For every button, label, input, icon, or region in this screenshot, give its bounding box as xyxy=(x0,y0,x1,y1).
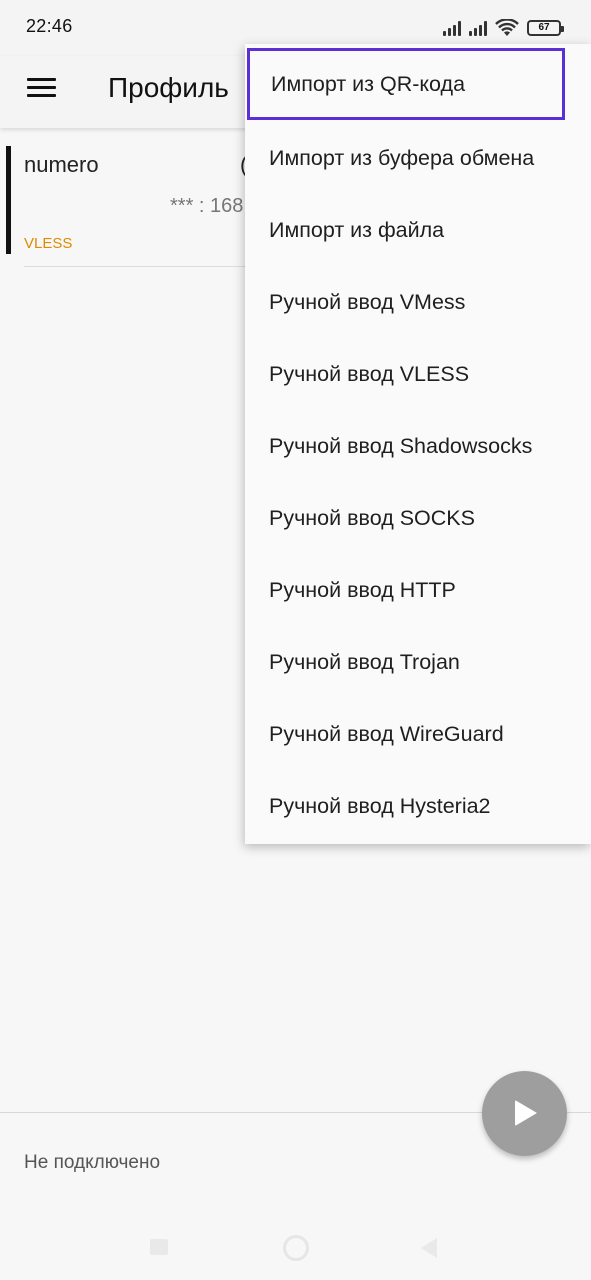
menu-item-manual-wireguard[interactable]: Ручной ввод WireGuard xyxy=(245,698,591,770)
battery-icon: 67 xyxy=(527,20,564,36)
wifi-icon xyxy=(495,19,519,36)
recents-nav-icon[interactable] xyxy=(150,1239,168,1255)
connect-fab-button[interactable] xyxy=(482,1071,567,1156)
menu-item-import-clipboard[interactable]: Импорт из буфера обмена xyxy=(245,122,591,194)
home-nav-icon[interactable] xyxy=(283,1235,309,1261)
connection-status: Не подключено xyxy=(24,1152,161,1173)
back-nav-icon[interactable] xyxy=(421,1238,437,1258)
status-time: 22:46 xyxy=(26,16,73,36)
cell-signal-icon xyxy=(443,20,461,36)
status-icons: 67 xyxy=(443,18,564,38)
import-dropdown-menu: Импорт из QR-кода Импорт из буфера обмен… xyxy=(245,44,591,844)
cell-signal-icon-2 xyxy=(469,20,487,36)
play-icon xyxy=(515,1100,537,1126)
profile-name: numero xyxy=(24,152,99,177)
menu-item-manual-hysteria2[interactable]: Ручной ввод Hysteria2 xyxy=(245,770,591,842)
menu-item-manual-socks[interactable]: Ручной ввод SOCKS xyxy=(245,482,591,554)
profile-type-badge: VLESS xyxy=(24,235,73,252)
menu-item-manual-http[interactable]: Ручной ввод HTTP xyxy=(245,554,591,626)
menu-item-import-file[interactable]: Импорт из файла xyxy=(245,194,591,266)
menu-item-manual-trojan[interactable]: Ручной ввод Trojan xyxy=(245,626,591,698)
menu-item-manual-vless[interactable]: Ручной ввод VLESS xyxy=(245,338,591,410)
menu-item-manual-shadowsocks[interactable]: Ручной ввод Shadowsocks xyxy=(245,410,591,482)
page-title: Профиль xyxy=(108,72,229,103)
hamburger-menu-icon[interactable] xyxy=(26,74,58,106)
profile-address: *** : 168 xyxy=(170,195,244,217)
selected-indicator xyxy=(6,146,11,254)
menu-item-import-qr[interactable]: Импорт из QR-кода xyxy=(247,48,565,120)
menu-item-manual-vmess[interactable]: Ручной ввод VMess xyxy=(245,266,591,338)
